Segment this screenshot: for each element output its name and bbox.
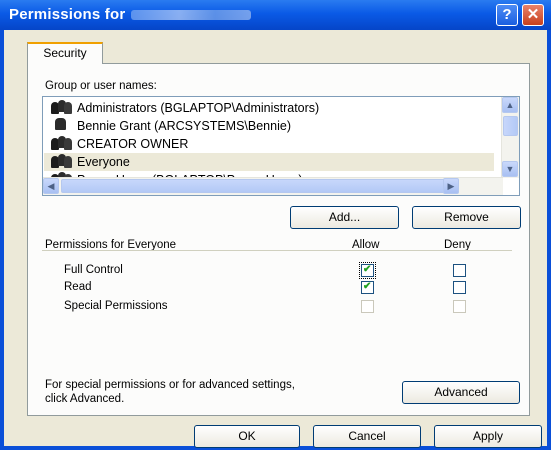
group-user-list[interactable]: Administrators (BGLAPTOP\Administrators)… (42, 96, 520, 196)
close-icon: ✕ (526, 6, 540, 23)
advanced-hint-line1: For special permissions or for advanced … (45, 379, 295, 391)
read-allow-checkbox[interactable]: ✔ (361, 281, 374, 294)
list-item-selected[interactable]: Everyone (44, 153, 494, 171)
permission-name: Special Permissions (64, 300, 168, 312)
advanced-button-label: Advanced (434, 385, 488, 399)
window-title-text: Permissions for (9, 6, 126, 23)
list-item-label: Administrators (BGLAPTOP\Administrators) (77, 101, 320, 115)
permission-name: Read (64, 281, 92, 293)
list-item[interactable]: Administrators (BGLAPTOP\Administrators) (51, 99, 491, 117)
permission-row-label: Special Permissions (64, 300, 168, 312)
horizontal-scrollbar[interactable]: ◀ ▶ (43, 177, 503, 195)
scroll-right-button[interactable]: ▶ (443, 178, 459, 194)
tab-security[interactable]: Security (27, 42, 103, 64)
tab-label: Security (43, 46, 87, 60)
group-list-label: Group or user names: (45, 80, 157, 92)
advanced-hint-text: click Advanced. (45, 393, 125, 405)
permission-row-label: Read (64, 281, 92, 293)
advanced-button[interactable]: Advanced (402, 381, 520, 404)
h-scroll-thumb[interactable] (61, 179, 456, 193)
remove-button-label: Remove (444, 210, 489, 224)
cancel-button-label: Cancel (348, 429, 386, 443)
group-list-label-text: Group or user names: (45, 80, 157, 92)
remove-button[interactable]: Remove (412, 206, 521, 229)
redacted-name (131, 10, 252, 21)
close-button[interactable]: ✕ (522, 4, 544, 26)
scroll-up-button[interactable]: ▲ (502, 97, 518, 113)
apply-button-label: Apply (472, 429, 504, 443)
list-item-label: CREATOR OWNER (77, 137, 189, 151)
permission-row-label: Full Control (64, 264, 123, 276)
group-icon (51, 136, 73, 150)
list-item[interactable]: CREATOR OWNER (51, 135, 491, 153)
group-icon (51, 100, 73, 114)
permissions-dialog: Permissions for ? ✕ Security Group or us… (0, 0, 551, 450)
apply-button[interactable]: Apply (434, 425, 542, 448)
scroll-thumb[interactable] (503, 116, 518, 136)
list-item-label: Everyone (77, 155, 130, 169)
separator (42, 250, 512, 251)
advanced-hint-line2: click Advanced. (45, 393, 124, 405)
cancel-button[interactable]: Cancel (313, 425, 421, 448)
permissions-list: Full Control Read Special Permissions ✔ … (47, 255, 492, 331)
add-button-label: Add... (328, 210, 361, 224)
scroll-left-button[interactable]: ◀ (43, 178, 59, 194)
window-title: Permissions for (9, 6, 252, 23)
special-allow-checkbox (361, 300, 374, 313)
advanced-hint-text: For special permissions or for advanced … (45, 379, 295, 391)
vertical-scrollbar[interactable]: ▲ ▼ (501, 97, 519, 178)
help-button[interactable]: ? (496, 4, 518, 26)
scroll-down-button[interactable]: ▼ (502, 161, 518, 177)
check-icon: ✔ (363, 281, 372, 292)
full-control-allow-checkbox[interactable]: ✔ (359, 262, 376, 279)
full-control-deny-checkbox[interactable] (453, 264, 466, 277)
permission-name: Full Control (64, 264, 123, 276)
list-item[interactable]: Bennie Grant (ARCSYSTEMS\Bennie) (51, 117, 491, 135)
special-deny-checkbox (453, 300, 466, 313)
title-bar[interactable]: Permissions for ? ✕ (0, 0, 551, 30)
ok-button-label: OK (238, 429, 256, 443)
ok-button[interactable]: OK (194, 425, 300, 448)
read-deny-checkbox[interactable] (453, 281, 466, 294)
group-icon (51, 154, 73, 168)
list-item-label: Bennie Grant (ARCSYSTEMS\Bennie) (77, 119, 291, 133)
check-icon: ✔ (363, 264, 372, 275)
add-button[interactable]: Add... (290, 206, 399, 229)
user-icon (51, 118, 73, 132)
help-icon: ? (502, 6, 512, 23)
